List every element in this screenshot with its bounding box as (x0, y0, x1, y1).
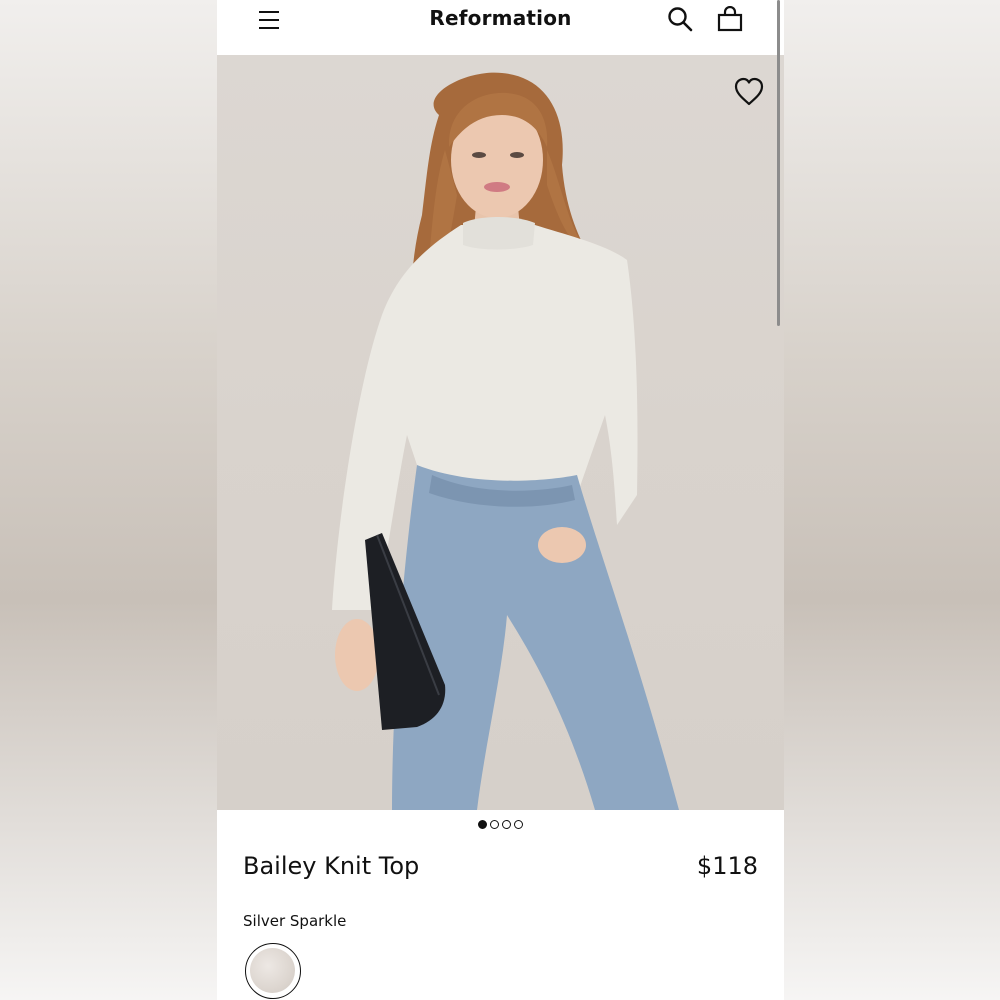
heart-icon[interactable] (732, 75, 766, 109)
pagination-dot[interactable] (502, 820, 511, 829)
phone-screen: Reformation Bailey Knit Top $118 Silver … (217, 0, 784, 1000)
pagination-dot[interactable] (490, 820, 499, 829)
image-pagination (217, 820, 784, 829)
brand-logo[interactable]: Reformation (217, 6, 784, 30)
product-price: $118 (696, 852, 758, 880)
color-swatch-silver-sparkle[interactable] (245, 943, 301, 999)
product-image[interactable] (217, 55, 784, 810)
search-icon[interactable] (667, 6, 693, 32)
pagination-dot[interactable] (478, 820, 487, 829)
background-right (784, 0, 1000, 1000)
page-scrollbar[interactable] (777, 0, 780, 326)
product-title: Bailey Knit Top (243, 852, 420, 880)
shopping-bag-icon[interactable] (717, 5, 743, 32)
selected-color-label: Silver Sparkle (243, 912, 347, 930)
model-illustration (332, 72, 679, 810)
background-left (0, 0, 217, 1000)
swatch-fill (250, 948, 295, 993)
pagination-dot[interactable] (514, 820, 523, 829)
site-header: Reformation (217, 0, 784, 55)
